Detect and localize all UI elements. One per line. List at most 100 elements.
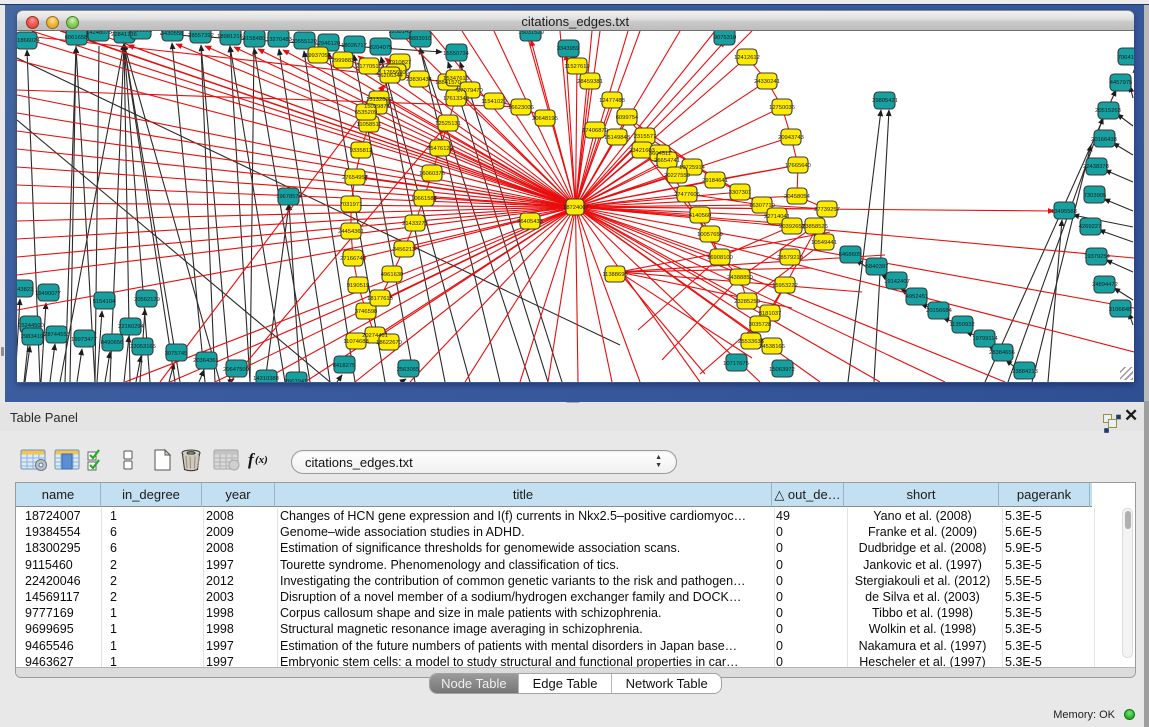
svg-text:3075745: 3075745 <box>164 351 187 357</box>
svg-text:17613348: 17613348 <box>443 96 469 102</box>
svg-text:7064171: 7064171 <box>1117 55 1133 61</box>
svg-text:18724007: 18724007 <box>563 205 589 211</box>
svg-text:3343959: 3343959 <box>556 46 579 52</box>
svg-text:4269227: 4269227 <box>1078 224 1101 230</box>
svg-text:27739257: 27739257 <box>814 207 840 213</box>
svg-text:3604511: 3604511 <box>648 151 670 157</box>
svg-text:5154104: 5154104 <box>92 299 115 305</box>
svg-text:2983419: 2983419 <box>20 334 43 340</box>
svg-text:11388699: 11388699 <box>602 272 627 278</box>
svg-text:2315577: 2315577 <box>633 134 656 140</box>
svg-text:7031971: 7031971 <box>339 202 362 208</box>
svg-text:11527619: 11527619 <box>564 64 589 70</box>
svg-text:4457975: 4457975 <box>1109 80 1132 86</box>
svg-text:13270483: 13270483 <box>266 37 292 43</box>
svg-text:8490656: 8490656 <box>100 340 123 346</box>
svg-text:16908100: 16908100 <box>707 255 733 261</box>
svg-text:29184641: 29184641 <box>702 178 728 184</box>
svg-text:15953222: 15953222 <box>772 283 798 289</box>
svg-text:20364361: 20364361 <box>193 358 219 364</box>
svg-text:27079470: 27079470 <box>457 88 483 94</box>
svg-text:24330241: 24330241 <box>754 79 780 85</box>
svg-text:16060376: 16060376 <box>419 171 445 177</box>
svg-text:25476122: 25476122 <box>427 146 453 152</box>
svg-text:9190519: 9190519 <box>346 283 369 289</box>
svg-text:18177615: 18177615 <box>367 296 393 302</box>
svg-text:19937057: 19937057 <box>305 53 331 59</box>
svg-text:12412612: 12412612 <box>734 55 760 61</box>
svg-text:15149848: 15149848 <box>604 135 630 141</box>
svg-text:21770515: 21770515 <box>356 64 382 70</box>
svg-text:17406879: 17406879 <box>582 128 608 134</box>
svg-text:7910827: 7910827 <box>388 60 411 66</box>
svg-text:19678574: 19678574 <box>276 194 303 200</box>
svg-text:13132690: 13132690 <box>366 97 392 103</box>
svg-text:12525131: 12525131 <box>435 121 461 127</box>
svg-text:14310388: 14310388 <box>253 376 279 382</box>
svg-text:2258145: 2258145 <box>388 31 411 35</box>
svg-text:10057659: 10057659 <box>697 232 723 238</box>
svg-text:2999883: 2999883 <box>331 58 354 64</box>
svg-text:9335812: 9335812 <box>349 148 372 154</box>
svg-text:4158480: 4158480 <box>242 36 265 42</box>
svg-text:20392657: 20392657 <box>779 224 805 230</box>
svg-text:3035728: 3035728 <box>748 322 771 328</box>
svg-text:3307301: 3307301 <box>728 190 751 196</box>
svg-text:2663941: 2663941 <box>284 379 307 382</box>
svg-text:8418275: 8418275 <box>332 363 355 369</box>
svg-text:3456213: 3456213 <box>392 247 415 253</box>
svg-text:20555120: 20555120 <box>291 39 317 45</box>
svg-text:15244500: 15244500 <box>18 323 44 329</box>
svg-text:5468605: 5468605 <box>838 252 861 258</box>
svg-text:27166740: 27166740 <box>340 256 366 262</box>
svg-text:(x): (x) <box>255 454 268 466</box>
svg-text:20647509: 20647509 <box>223 367 249 373</box>
svg-text:22160294: 22160294 <box>118 324 145 330</box>
svg-text:19725914: 19725914 <box>679 165 706 171</box>
svg-text:23285250: 23285250 <box>734 299 760 305</box>
svg-text:15550734: 15550734 <box>443 51 470 57</box>
svg-text:28744553: 28744553 <box>44 332 70 338</box>
svg-text:2620223: 2620223 <box>129 31 152 34</box>
svg-text:27654952: 27654952 <box>342 175 368 181</box>
svg-text:20458054: 20458054 <box>784 194 811 200</box>
svg-text:10717675: 10717675 <box>723 361 749 367</box>
svg-text:27477606: 27477606 <box>674 192 700 198</box>
svg-text:6061658: 6061658 <box>64 35 87 41</box>
svg-text:6535209: 6535209 <box>354 110 377 116</box>
svg-text:22714041: 22714041 <box>764 214 790 220</box>
svg-text:5840397: 5840397 <box>865 264 888 270</box>
svg-text:4961630: 4961630 <box>380 272 403 278</box>
svg-text:20943743: 20943743 <box>778 135 804 141</box>
svg-text:11541029: 11541029 <box>481 99 506 105</box>
svg-text:24388850: 24388850 <box>727 275 753 281</box>
svg-text:13495588: 13495588 <box>1051 209 1077 215</box>
svg-text:22053165: 22053165 <box>130 344 156 350</box>
svg-text:24538166: 24538166 <box>759 344 785 350</box>
svg-text:23830434: 23830434 <box>406 77 433 83</box>
svg-text:18981216: 18981216 <box>217 34 243 40</box>
svg-text:20227559: 20227559 <box>664 173 690 179</box>
svg-text:20156684: 20156684 <box>926 308 953 314</box>
svg-text:16206344: 16206344 <box>377 73 404 79</box>
svg-text:17665640: 17665640 <box>785 163 811 169</box>
svg-text:20562129: 20562129 <box>134 297 160 303</box>
svg-text:20166438: 20166438 <box>1091 137 1117 143</box>
svg-text:4140560: 4140560 <box>688 213 711 219</box>
svg-text:2563055: 2563055 <box>396 367 419 373</box>
svg-text:24894472: 24894472 <box>1092 282 1118 288</box>
svg-text:15063972: 15063972 <box>769 367 795 373</box>
svg-text:19799114: 19799114 <box>972 336 998 342</box>
svg-text:10549441: 10549441 <box>811 240 837 246</box>
svg-text:15031529: 15031529 <box>518 31 544 36</box>
svg-text:16623006: 16623006 <box>508 105 534 111</box>
svg-text:15347616: 15347616 <box>443 76 469 82</box>
svg-text:3181037: 3181037 <box>758 311 781 317</box>
svg-text:12750036: 12750036 <box>769 105 795 111</box>
svg-text:11058511: 11058511 <box>356 122 381 128</box>
svg-text:3746598: 3746598 <box>354 309 377 315</box>
svg-text:28579219: 28579219 <box>777 255 803 261</box>
svg-text:19142407: 19142407 <box>884 279 910 285</box>
svg-text:11866024: 11866024 <box>17 38 40 44</box>
svg-text:28384656: 28384656 <box>989 350 1015 356</box>
